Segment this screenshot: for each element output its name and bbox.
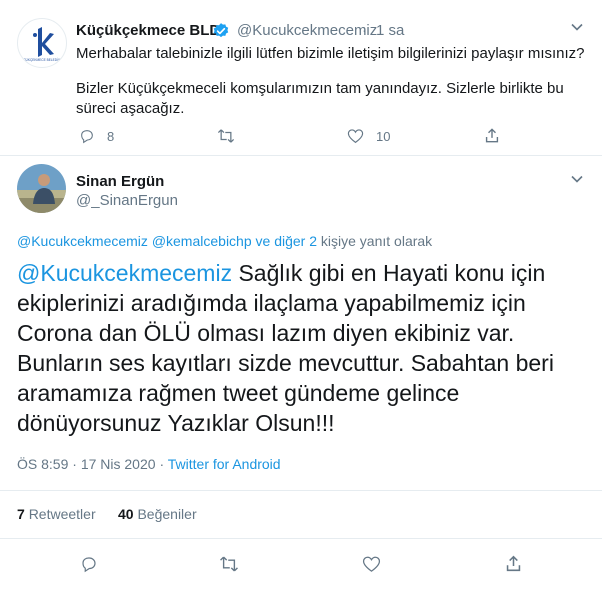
tweet1-reply-button[interactable]: 8 [79,128,114,144]
heart-icon [347,129,364,144]
tweet2-text: @Kucukcekmecemiz Sağlık gibi en Hayati k… [17,258,587,438]
tweet2-date[interactable]: 17 Nis 2020 [81,456,156,472]
tweet2-reply-button[interactable] [80,555,98,573]
tweet1-display-name[interactable]: Küçükçekmece BLD [76,22,220,39]
reply-icon [81,130,93,144]
tweet1-handle[interactable]: @Kucukcekmecemiz [237,22,377,39]
tweet2-meta: ÖS 8:59 · 17 Nis 2020 · Twitter for Andr… [17,456,281,472]
logo-text: KÜÇÜKÇEKMECE BELEDİYESİ [19,57,66,62]
tweet2-line-0: Sağlık gibi en Hayati konu için [232,260,546,286]
profile-photo [17,164,66,213]
avatar-kucukcekmece[interactable]: KÜÇÜKÇEKMECE BELEDİYESİ [17,18,67,68]
retweet-icon [217,129,235,143]
source-separator: · [159,456,165,472]
tweet1-like-count: 10 [376,128,391,144]
tweet1-time[interactable]: 1 sa [376,22,404,39]
avatar-sinan-ergun[interactable] [17,164,66,213]
tweet2-line-5: dönüyorsunuz Yazıklar Olsun!!! [17,410,335,436]
reply-to-suffix: kişiye yanıt olarak [320,233,433,249]
tweet2-share-button[interactable] [505,554,522,573]
divider [0,155,602,156]
tweet1-line2: Bizler Küçükçekmeceli komşularımızın tam… [76,80,564,97]
tweet2-handle[interactable]: @_SinanErgun [76,192,178,209]
replying-to: @Kucukcekmecemiz @kemalcebichp ve diğer … [17,233,432,249]
likes-stat[interactable]: 40 Beğeniler [118,506,197,522]
verified-badge-icon [212,22,230,45]
tweet1-share-button[interactable] [484,127,500,144]
tweet2-mention[interactable]: @Kucukcekmecemiz [17,260,232,286]
tweet2-source[interactable]: Twitter for Android [168,456,281,472]
reply-to-user-2[interactable]: @kemalcebichp [152,233,252,249]
kucukcekmece-logo-icon: KÜÇÜKÇEKMECE BELEDİYESİ [19,27,66,62]
tweet2-display-name[interactable]: Sinan Ergün [76,173,164,190]
tweet2-chevron-down-icon[interactable] [570,172,584,189]
tweet2-retweet-button[interactable] [219,555,239,573]
tweet1-line3: süreci aşacağız. [76,100,185,117]
tweet2-line-3: Bunların ses kayıtları sizde mevcuttur. … [17,350,554,376]
tweet1-separator: · [362,22,367,39]
reply-icon [82,557,96,573]
tweet1-reply-count: 8 [107,128,115,144]
reply-to-user-1[interactable]: @Kucukcekmecemiz [17,233,148,249]
tweet1-line1: Merhabalar talebinizle ilgili lütfen biz… [76,45,585,62]
share-icon [485,128,499,143]
tweet1-like-button[interactable]: 10 [347,128,390,144]
tweet2-line-1: ekiplerinizi aradığımda ilaçlama yapabil… [17,290,526,316]
reply-to-mid: ve [255,233,271,249]
tweet2-like-button[interactable] [362,555,381,573]
share-icon [506,555,521,572]
tweet2-line-2: Corona dan ÖLÜ olması lazım diyen ekibin… [17,320,515,346]
date-separator: · [72,456,77,472]
divider [0,538,602,539]
divider [0,490,602,491]
retweet-icon [220,556,238,572]
likes-count: 40 [118,506,134,522]
reply-to-others[interactable]: diğer 2 [274,233,317,249]
retweets-stat[interactable]: 7 Retweetler [17,506,96,522]
tweet1-chevron-down-icon[interactable] [570,20,584,37]
tweet1-retweet-button[interactable] [217,128,235,144]
likes-label: Beğeniler [137,506,197,522]
tweet2-line-4: aramamıza rağmen tweet gündeme gelince [17,380,460,406]
retweets-count: 7 [17,506,25,522]
tweet2-time[interactable]: ÖS 8:59 [17,456,68,472]
heart-icon [362,556,381,572]
retweets-label: Retweetler [28,506,96,522]
